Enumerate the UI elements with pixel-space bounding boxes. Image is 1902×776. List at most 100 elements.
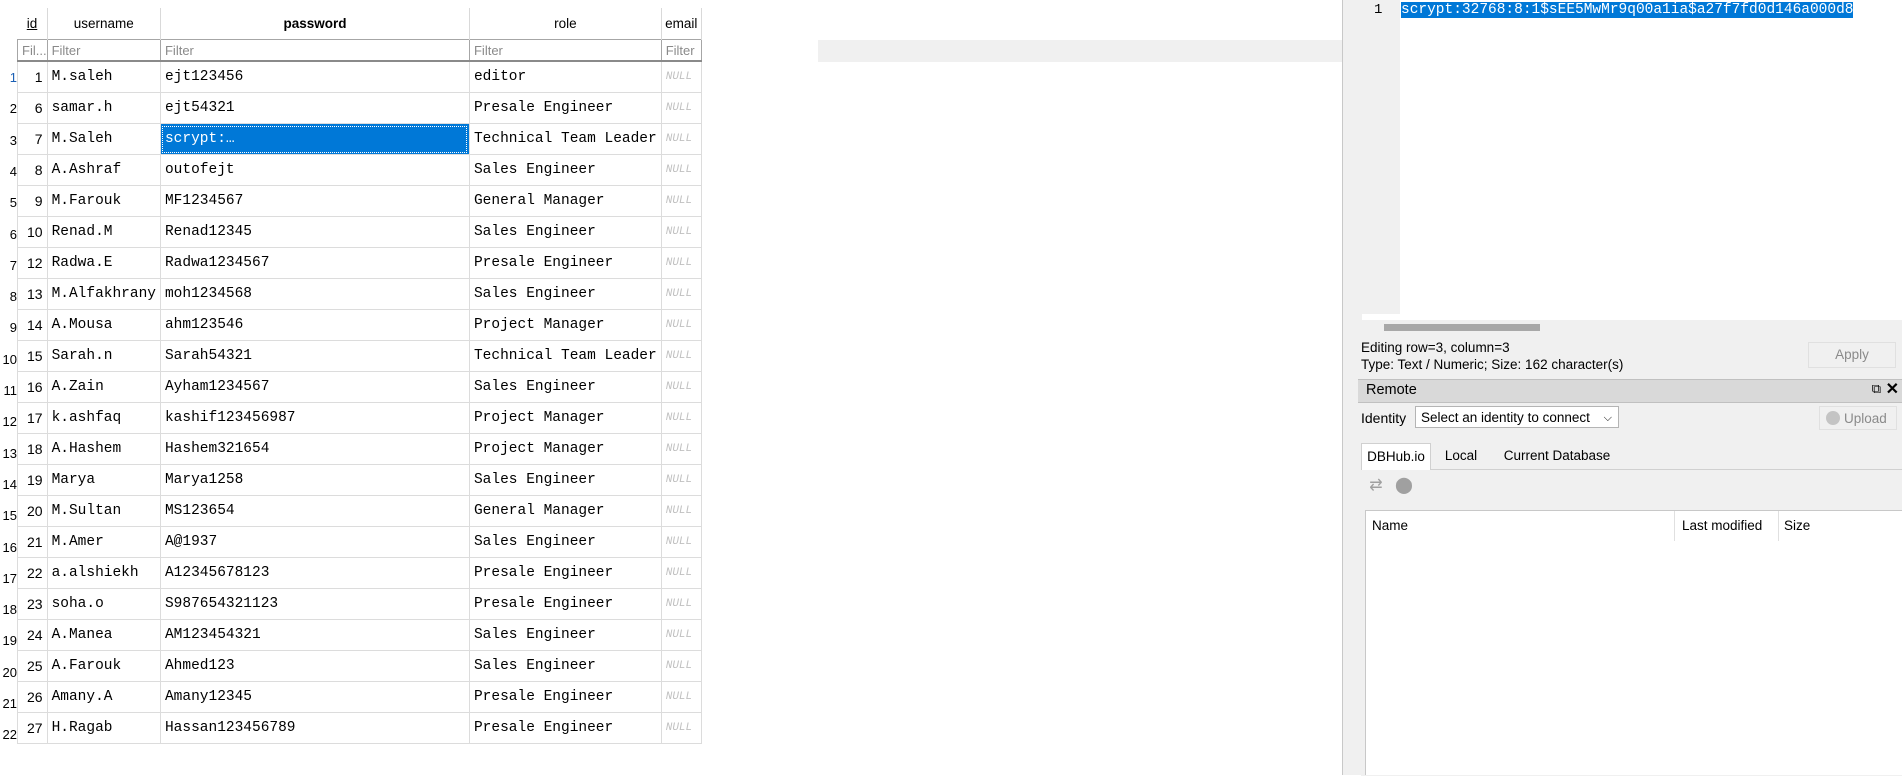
cell-password[interactable]: Sarah54321 bbox=[159, 340, 470, 372]
cell-email[interactable]: NULL bbox=[660, 464, 702, 496]
row-number[interactable]: 12 bbox=[0, 414, 17, 429]
table-row[interactable]: 13 M.Alfakhrany moh1234568 Sales Engineer NU… bbox=[17, 278, 702, 310]
cell-username[interactable]: A.Ashraf bbox=[46, 154, 161, 186]
scrollbar-thumb[interactable] bbox=[1384, 324, 1540, 331]
tab-local[interactable]: Local bbox=[1433, 443, 1489, 469]
table-row[interactable]: 16 A.Zain Ayham1234567 Sales Engineer NULL bbox=[17, 371, 702, 403]
table-row[interactable]: 1 M.saleh ejt123456 editor NULL bbox=[17, 60, 702, 93]
row-number[interactable]: 2 bbox=[0, 101, 17, 116]
table-row[interactable]: 14 A.Mousa ahm123546 Project Manager NULL bbox=[17, 309, 702, 341]
tab-current-database[interactable]: Current Database bbox=[1493, 443, 1621, 469]
filter-input-id[interactable]: Fil... bbox=[17, 39, 48, 62]
cell-id[interactable]: 15 bbox=[17, 340, 48, 372]
table-row[interactable]: 21 M.Amer A@1937 Sales Engineer NULL bbox=[17, 526, 702, 558]
cell-id[interactable]: 14 bbox=[17, 309, 48, 341]
cell-email[interactable]: NULL bbox=[660, 185, 702, 217]
cell-username[interactable]: M.Farouk bbox=[46, 185, 161, 217]
row-number[interactable]: 18 bbox=[0, 602, 17, 617]
table-row[interactable]: 27 H.Ragab Hassan123456789 Presale Engineer… bbox=[17, 712, 702, 744]
cell-email[interactable]: NULL bbox=[660, 123, 702, 155]
cell-password[interactable]: Radwa1234567 bbox=[159, 247, 470, 279]
upload-button[interactable]: Upload bbox=[1819, 406, 1897, 430]
row-number[interactable]: 15 bbox=[0, 508, 17, 523]
cell-role[interactable]: Presale Engineer bbox=[468, 557, 662, 589]
table-row[interactable]: 25 A.Farouk Ahmed123 Sales Engineer NULL bbox=[17, 650, 702, 682]
cell-username[interactable]: Sarah.n bbox=[46, 340, 161, 372]
cell-password[interactable]: Marya1258 bbox=[159, 464, 470, 496]
list-column-last-modified[interactable]: Last modified bbox=[1682, 518, 1762, 533]
cell-role[interactable]: Sales Engineer bbox=[468, 371, 662, 403]
filter-input-email[interactable]: Filter bbox=[660, 39, 702, 62]
cell-username[interactable]: Amany.A bbox=[46, 681, 161, 713]
cell-email[interactable]: NULL bbox=[660, 495, 702, 527]
cell-id[interactable]: 26 bbox=[17, 681, 48, 713]
cell-username[interactable]: Renad.M bbox=[46, 216, 161, 248]
cell-id[interactable]: 25 bbox=[17, 650, 48, 682]
cell-role[interactable]: Presale Engineer bbox=[468, 712, 662, 744]
row-number[interactable]: 17 bbox=[0, 571, 17, 586]
cell-password[interactable]: ejt54321 bbox=[159, 92, 470, 124]
cell-email[interactable]: NULL bbox=[660, 247, 702, 279]
cell-id[interactable]: 7 bbox=[17, 123, 48, 155]
cell-email[interactable]: NULL bbox=[660, 712, 702, 744]
cell-id[interactable]: 6 bbox=[17, 92, 48, 124]
close-icon[interactable]: ✕ bbox=[1886, 379, 1899, 399]
cell-password[interactable]: ahm123546 bbox=[159, 309, 470, 341]
cell-email[interactable]: NULL bbox=[660, 216, 702, 248]
cell-id[interactable]: 16 bbox=[17, 371, 48, 403]
cell-password[interactable]: A12345678123 bbox=[159, 557, 470, 589]
table-row[interactable]: 8 A.Ashraf outofejt Sales Engineer NULL bbox=[17, 154, 702, 186]
cell-password[interactable]: Hassan123456789 bbox=[159, 712, 470, 744]
cell-email[interactable]: NULL bbox=[660, 433, 702, 465]
cell-username[interactable]: Radwa.E bbox=[46, 247, 161, 279]
cell-id[interactable]: 9 bbox=[17, 185, 48, 217]
cell-id[interactable]: 22 bbox=[17, 557, 48, 589]
cell-username[interactable]: H.Ragab bbox=[46, 712, 161, 744]
row-number[interactable]: 19 bbox=[0, 633, 17, 648]
filter-input-username[interactable]: Filter bbox=[46, 39, 161, 62]
cell-username[interactable]: A.Farouk bbox=[46, 650, 161, 682]
row-number[interactable]: 21 bbox=[0, 696, 17, 711]
cell-username[interactable]: M.Alfakhrany bbox=[46, 278, 161, 310]
float-dock-icon[interactable]: ⧉ bbox=[1872, 381, 1881, 397]
cell-id[interactable]: 24 bbox=[17, 619, 48, 651]
editor-text[interactable]: scrypt:32768:8:1$sEE5MwMr9q00a1ia$a27f7f… bbox=[1401, 1, 1902, 19]
cell-role[interactable]: Presale Engineer bbox=[468, 681, 662, 713]
clone-icon[interactable]: ⬤ bbox=[1393, 475, 1415, 497]
cell-username[interactable]: M.saleh bbox=[46, 60, 161, 93]
cell-password[interactable]: Hashem321654 bbox=[159, 433, 470, 465]
cell-id[interactable]: 12 bbox=[17, 247, 48, 279]
cell-username[interactable]: a.alshiekh bbox=[46, 557, 161, 589]
row-number[interactable]: 1 bbox=[0, 70, 17, 85]
row-number[interactable]: 6 bbox=[0, 227, 17, 242]
remote-file-list[interactable] bbox=[1365, 541, 1902, 775]
table-row[interactable]: 6 samar.h ejt54321 Presale Engineer NULL bbox=[17, 92, 702, 124]
table-row[interactable]: 26 Amany.A Amany12345 Presale Engineer NULL bbox=[17, 681, 702, 713]
cell-email[interactable]: NULL bbox=[660, 650, 702, 682]
cell-role[interactable]: Sales Engineer bbox=[468, 464, 662, 496]
cell-id[interactable]: 18 bbox=[17, 433, 48, 465]
cell-password[interactable]: Ahmed123 bbox=[159, 650, 470, 682]
row-number[interactable]: 3 bbox=[0, 133, 17, 148]
edit-cell-editor[interactable]: 1 scrypt:32768:8:1$sEE5MwMr9q00a1ia$a27f… bbox=[1362, 0, 1902, 320]
filter-input-password[interactable]: Filter bbox=[159, 39, 470, 62]
identity-select[interactable]: Select an identity to connect ⌵ bbox=[1415, 406, 1619, 428]
cell-role[interactable]: Project Manager bbox=[468, 402, 662, 434]
column-header-role[interactable]: role bbox=[469, 8, 662, 40]
cell-email[interactable]: NULL bbox=[660, 278, 702, 310]
cell-email[interactable]: NULL bbox=[660, 619, 702, 651]
cell-role[interactable]: Sales Engineer bbox=[468, 216, 662, 248]
refresh-icon[interactable]: ⇄ bbox=[1365, 475, 1387, 497]
cell-username[interactable]: M.Saleh bbox=[46, 123, 161, 155]
cell-id[interactable]: 13 bbox=[17, 278, 48, 310]
cell-email[interactable]: NULL bbox=[660, 92, 702, 124]
cell-password[interactable]: MS123654 bbox=[159, 495, 470, 527]
row-number[interactable]: 16 bbox=[0, 540, 17, 555]
row-number[interactable]: 11 bbox=[0, 383, 18, 398]
row-number[interactable]: 4 bbox=[0, 164, 17, 179]
cell-role[interactable]: Presale Engineer bbox=[468, 588, 662, 620]
cell-email[interactable]: NULL bbox=[660, 588, 702, 620]
cell-id[interactable]: 23 bbox=[17, 588, 48, 620]
apply-button[interactable]: Apply bbox=[1808, 342, 1896, 368]
cell-email[interactable]: NULL bbox=[660, 309, 702, 341]
